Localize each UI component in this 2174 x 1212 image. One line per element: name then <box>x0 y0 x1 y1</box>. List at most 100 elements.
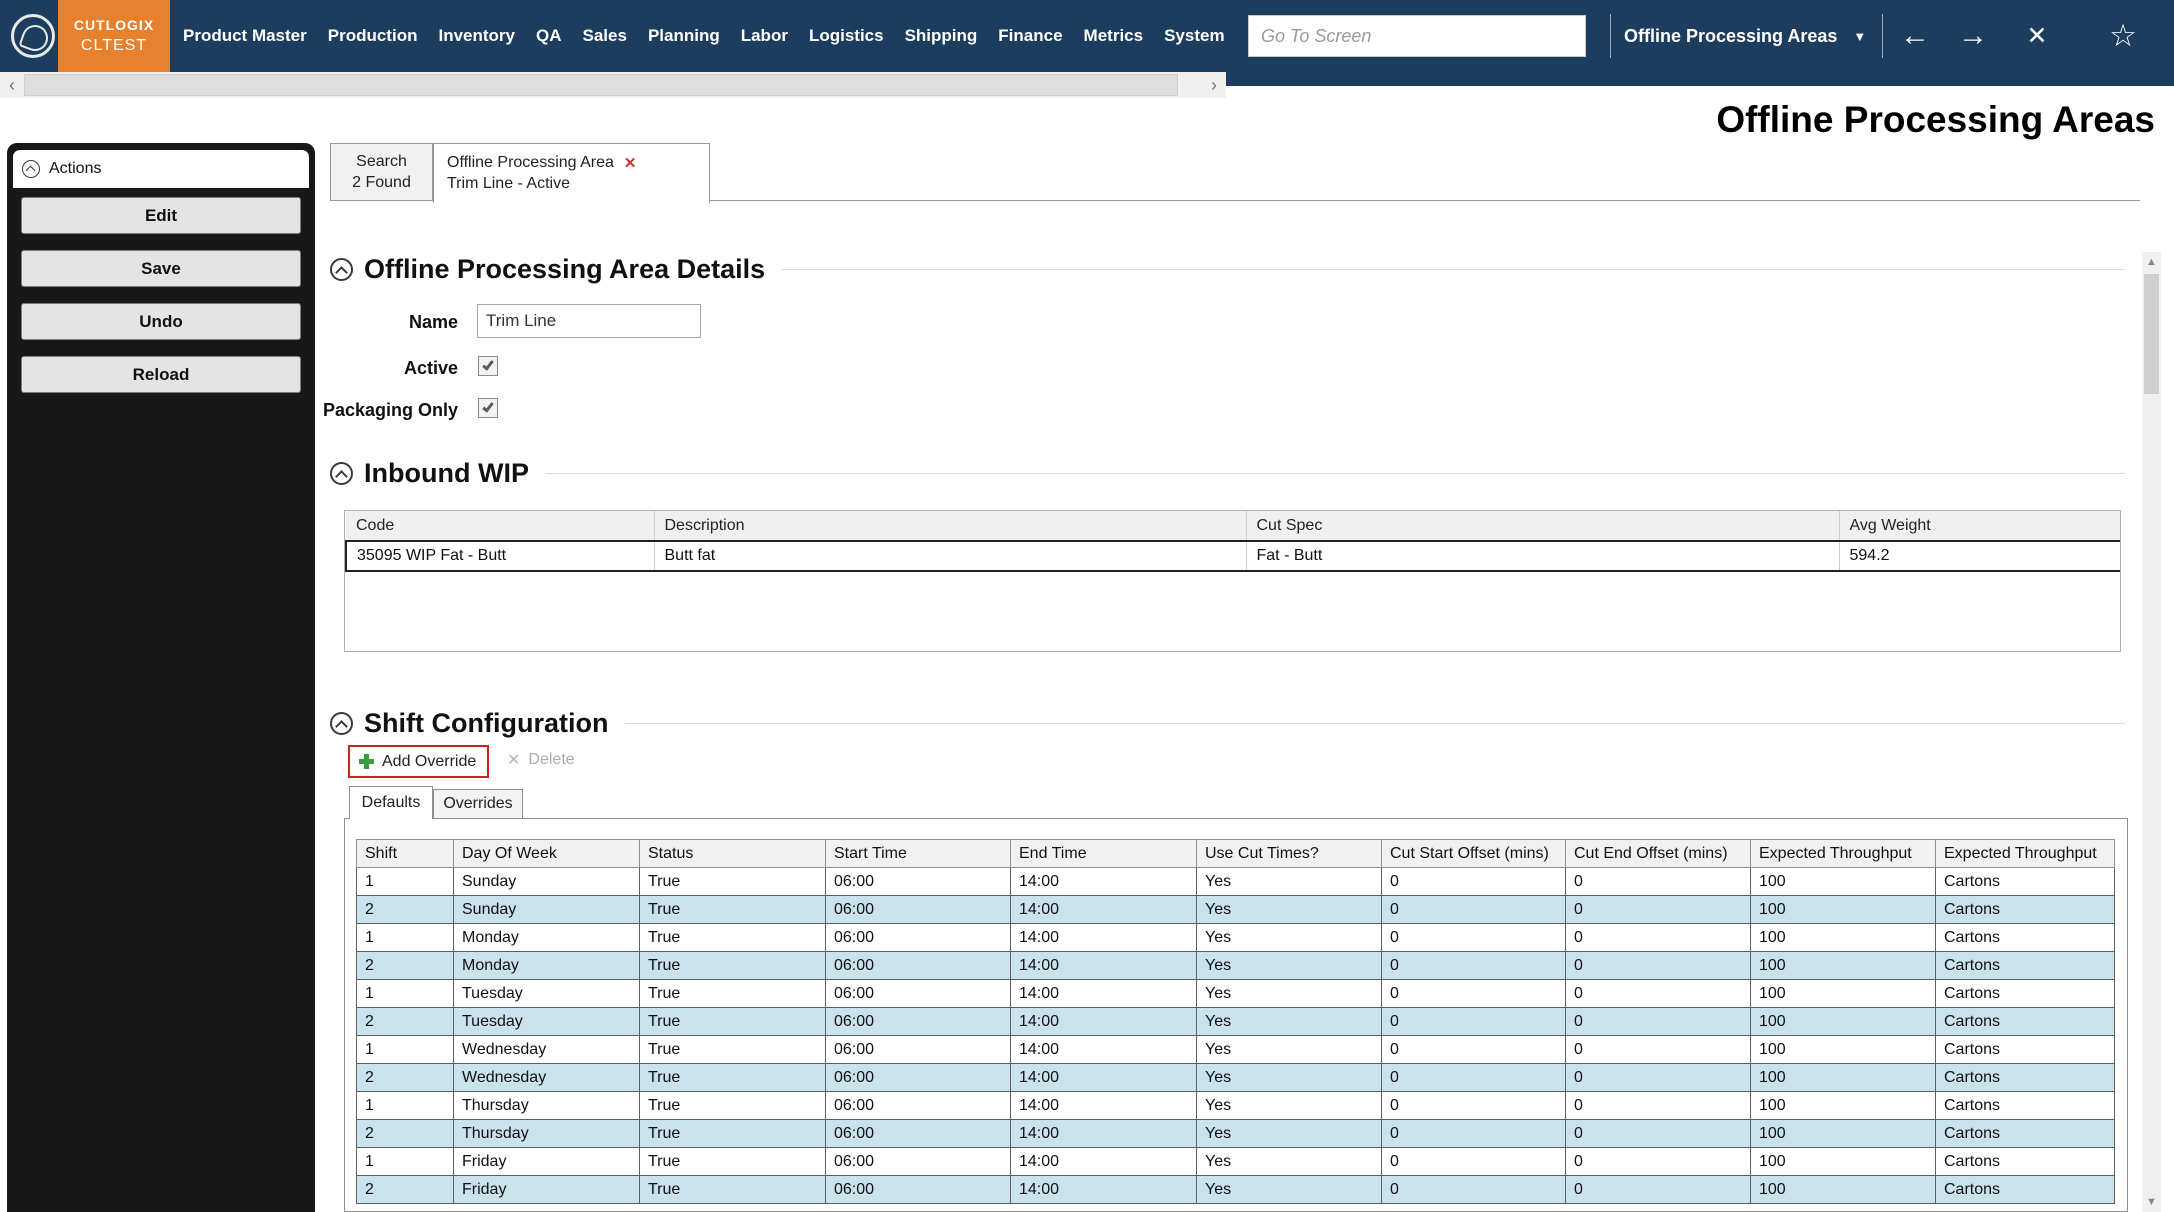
scroll-up-icon[interactable]: ▲ <box>2142 252 2161 272</box>
table-cell: 06:00 <box>826 1064 1011 1092</box>
nav-item-finance[interactable]: Finance <box>998 26 1062 46</box>
scroll-left-icon[interactable]: ‹ <box>0 72 24 98</box>
collapse-chevron-icon[interactable] <box>330 462 353 485</box>
name-input[interactable] <box>477 304 701 338</box>
table-cell: 0 <box>1382 1148 1566 1176</box>
wip-row[interactable]: 35095 WIP Fat - ButtButt fatFat - Butt59… <box>346 541 2121 571</box>
column-header: Use Cut Times? <box>1197 840 1382 868</box>
active-checkbox[interactable] <box>478 356 498 376</box>
action-button-undo[interactable]: Undo <box>21 303 301 340</box>
shift-row[interactable]: 1TuesdayTrue06:0014:00Yes00100Cartons <box>357 980 2115 1008</box>
nav-item-metrics[interactable]: Metrics <box>1084 26 1144 46</box>
table-cell: 100 <box>1751 1120 1936 1148</box>
horizontal-scrollbar-thumb[interactable] <box>24 74 1178 96</box>
nav-item-logistics[interactable]: Logistics <box>809 26 884 46</box>
horizontal-scrollbar[interactable]: ‹ › <box>0 72 1226 98</box>
table-cell: Cartons <box>1936 1036 2115 1064</box>
shift-table: ShiftDay Of WeekStatusStart TimeEnd Time… <box>356 839 2115 1204</box>
nav-item-shipping[interactable]: Shipping <box>905 26 978 46</box>
shift-row[interactable]: 1SundayTrue06:0014:00Yes00100Cartons <box>357 868 2115 896</box>
scroll-right-icon[interactable]: › <box>1202 72 1226 98</box>
tab-close-icon[interactable]: ✕ <box>624 154 637 172</box>
table-cell: 14:00 <box>1011 924 1197 952</box>
brand-logo-icon <box>11 14 55 58</box>
tab-offline-processing-area[interactable]: Offline Processing Area ✕ Trim Line - Ac… <box>433 143 710 203</box>
section-divider <box>625 723 2125 724</box>
tab-search-line1: Search <box>356 153 407 171</box>
shift-row[interactable]: 1FridayTrue06:0014:00Yes00100Cartons <box>357 1148 2115 1176</box>
table-cell: Cartons <box>1936 1148 2115 1176</box>
table-cell: 0 <box>1566 1176 1751 1204</box>
column-header: Avg Weight <box>1839 511 2121 541</box>
table-cell: 06:00 <box>826 868 1011 896</box>
add-override-button[interactable]: Add Override <box>348 745 489 778</box>
action-button-reload[interactable]: Reload <box>21 356 301 393</box>
favorite-star-icon[interactable]: ☆ <box>2100 0 2146 72</box>
table-cell: Yes <box>1197 1036 1382 1064</box>
table-cell: Cartons <box>1936 1092 2115 1120</box>
table-cell: 100 <box>1751 980 1936 1008</box>
forward-button[interactable]: → <box>1950 0 1996 72</box>
table-cell: Tuesday <box>454 980 640 1008</box>
close-button[interactable]: ✕ <box>2014 0 2060 72</box>
tab-defaults[interactable]: Defaults <box>349 786 433 819</box>
nav-separator <box>1610 14 1611 58</box>
nav-item-system[interactable]: System <box>1164 26 1224 46</box>
shift-row[interactable]: 2SundayTrue06:0014:00Yes00100Cartons <box>357 896 2115 924</box>
table-cell: 0 <box>1382 896 1566 924</box>
table-cell: 06:00 <box>826 1092 1011 1120</box>
shift-row[interactable]: 2WednesdayTrue06:0014:00Yes00100Cartons <box>357 1064 2115 1092</box>
delete-button[interactable]: ✕ Delete <box>507 750 575 770</box>
table-cell: 14:00 <box>1011 980 1197 1008</box>
table-cell: Cartons <box>1936 1120 2115 1148</box>
nav-item-qa[interactable]: QA <box>536 26 562 46</box>
action-button-save[interactable]: Save <box>21 250 301 287</box>
table-cell: 06:00 <box>826 924 1011 952</box>
shift-row[interactable]: 1ThursdayTrue06:0014:00Yes00100Cartons <box>357 1092 2115 1120</box>
column-header: Status <box>640 840 826 868</box>
shift-config-title: Shift Configuration <box>364 708 608 739</box>
table-cell: 0 <box>1382 868 1566 896</box>
collapse-chevron-icon[interactable] <box>330 712 353 735</box>
shift-row[interactable]: 2ThursdayTrue06:0014:00Yes00100Cartons <box>357 1120 2115 1148</box>
table-header-row: CodeDescriptionCut SpecAvg Weight <box>346 511 2121 541</box>
shift-row[interactable]: 2TuesdayTrue06:0014:00Yes00100Cartons <box>357 1008 2115 1036</box>
nav-item-inventory[interactable]: Inventory <box>438 26 515 46</box>
table-cell: 14:00 <box>1011 1008 1197 1036</box>
section-divider <box>546 473 2125 474</box>
screen-dropdown[interactable]: Offline Processing Areas ▼ <box>1624 0 1866 72</box>
table-cell: Cartons <box>1936 896 2115 924</box>
nav-item-sales[interactable]: Sales <box>583 26 627 46</box>
vertical-scrollbar[interactable]: ▲ ▼ <box>2142 252 2161 1212</box>
table-cell: True <box>640 1148 826 1176</box>
table-cell: 0 <box>1566 924 1751 952</box>
goto-screen-input[interactable] <box>1248 15 1586 57</box>
page-title: Offline Processing Areas <box>1716 99 2155 141</box>
nav-item-planning[interactable]: Planning <box>648 26 720 46</box>
packaging-only-checkbox[interactable] <box>478 398 498 418</box>
table-cell: 2 <box>357 1064 454 1092</box>
table-cell: 100 <box>1751 1064 1936 1092</box>
back-button[interactable]: ← <box>1892 0 1938 72</box>
shift-row[interactable]: 1WednesdayTrue06:0014:00Yes00100Cartons <box>357 1036 2115 1064</box>
table-cell: 1 <box>357 1148 454 1176</box>
shift-row[interactable]: 2MondayTrue06:0014:00Yes00100Cartons <box>357 952 2115 980</box>
scroll-down-icon[interactable]: ▼ <box>2142 1192 2161 1212</box>
table-cell: 2 <box>357 896 454 924</box>
column-header: End Time <box>1011 840 1197 868</box>
tab-search-results[interactable]: Search 2 Found <box>330 143 433 201</box>
shift-row[interactable]: 2FridayTrue06:0014:00Yes00100Cartons <box>357 1176 2115 1204</box>
collapse-chevron-icon[interactable] <box>330 258 353 281</box>
nav-item-product-master[interactable]: Product Master <box>183 26 307 46</box>
actions-panel-header[interactable]: Actions <box>13 150 309 188</box>
collapse-chevron-icon[interactable] <box>22 160 40 178</box>
nav-item-production[interactable]: Production <box>328 26 418 46</box>
table-cell: 0 <box>1382 980 1566 1008</box>
table-cell: 1 <box>357 1092 454 1120</box>
shift-row[interactable]: 1MondayTrue06:0014:00Yes00100Cartons <box>357 924 2115 952</box>
nav-item-labor[interactable]: Labor <box>741 26 788 46</box>
action-button-edit[interactable]: Edit <box>21 197 301 234</box>
vertical-scrollbar-thumb[interactable] <box>2144 274 2159 394</box>
tab-overrides[interactable]: Overrides <box>433 789 523 819</box>
table-cell: 100 <box>1751 868 1936 896</box>
